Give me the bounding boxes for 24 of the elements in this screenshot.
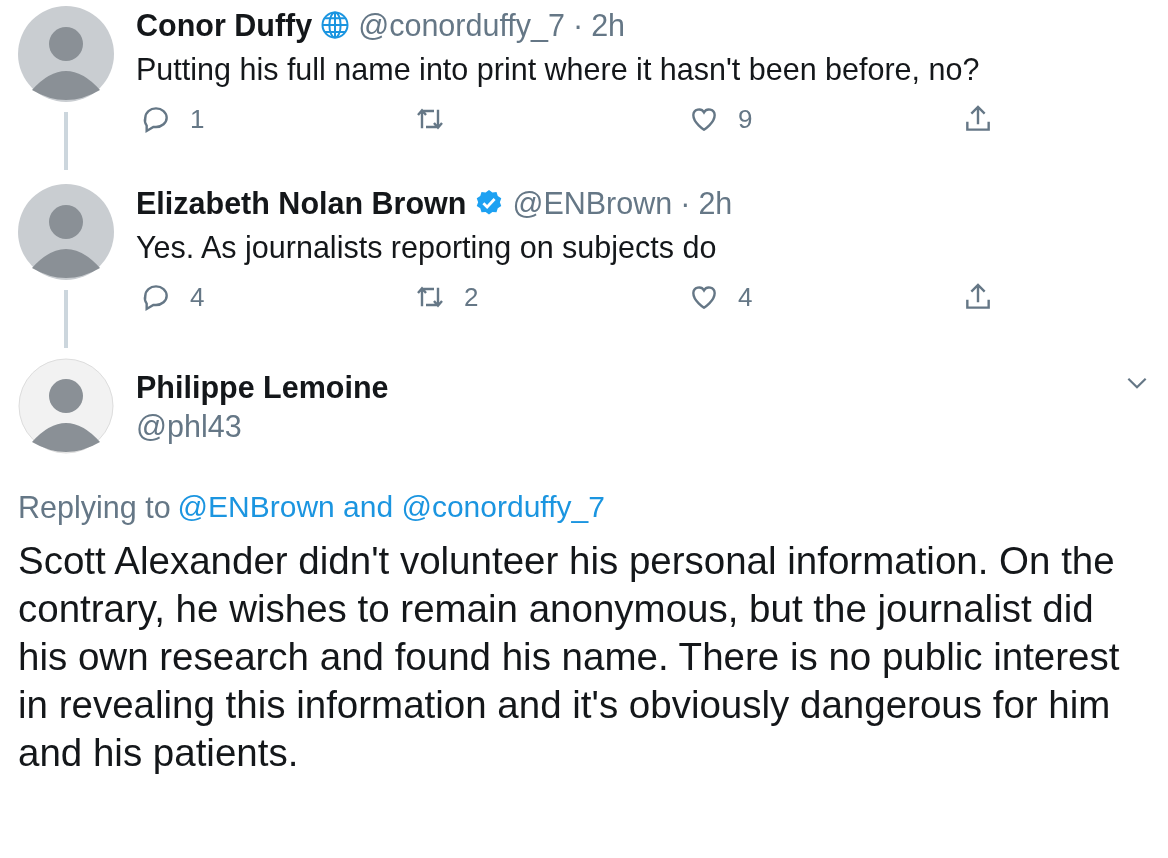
avatar[interactable] xyxy=(18,184,114,280)
user-name[interactable]: Elizabeth Nolan Brown xyxy=(136,185,467,221)
avatar[interactable] xyxy=(18,6,114,102)
separator-dot: · xyxy=(572,7,584,43)
timestamp[interactable]: 2h xyxy=(698,185,733,221)
user-handle[interactable]: @conorduffy_7 xyxy=(358,7,565,43)
globe-icon xyxy=(320,10,351,40)
user-handle[interactable]: @phl43 xyxy=(136,409,389,444)
reply-targets-link[interactable]: @ENBrown and @conorduffy_7 xyxy=(177,490,605,525)
action-count: 2 xyxy=(464,281,479,313)
avatar[interactable] xyxy=(18,358,114,454)
action-count: 1 xyxy=(190,103,205,135)
action-count: 4 xyxy=(738,281,753,313)
tweet-text: Putting his full name into print where it hasn't been before, no? xyxy=(136,52,981,87)
action-count: 4 xyxy=(190,281,205,313)
tweet-text: Scott Alexander didn't volunteer his personal information. On the contrary, he wishes to remain anonymous, but the journalist did his own research and found his name. There is no public interest in revealing this information and it's obviously dangerous for him and his patients. xyxy=(18,538,1121,776)
replying-label: Replying to xyxy=(18,490,171,525)
user-handle[interactable]: @ENBrown xyxy=(512,185,673,221)
user-name[interactable]: Conor Duffy xyxy=(136,7,313,43)
separator-dot: · xyxy=(680,185,691,221)
user-name[interactable]: Philippe Lemoine xyxy=(136,370,389,405)
tweet-text: Yes. As journalists reporting on subjects do xyxy=(136,230,718,265)
timestamp[interactable]: 2h xyxy=(591,7,626,43)
action-count: 9 xyxy=(738,103,753,135)
